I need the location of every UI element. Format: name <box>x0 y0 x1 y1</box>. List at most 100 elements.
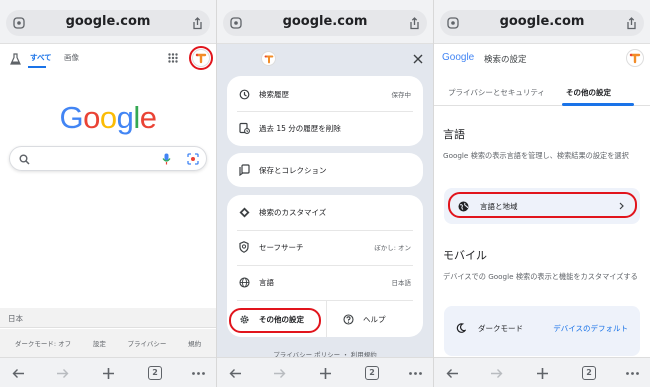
menu-label: 言語 <box>259 277 274 287</box>
google-logo: Google <box>0 100 216 136</box>
settings-tabs: プライバシーとセキュリティ その他の設定 <box>434 80 650 106</box>
share-icon[interactable] <box>190 15 204 31</box>
labs-flask-icon[interactable] <box>8 52 22 66</box>
darkmode-row[interactable]: ダークモード デバイスのデフォルト <box>444 315 640 341</box>
new-tab-icon[interactable] <box>532 363 552 383</box>
safesearch-icon <box>237 241 251 253</box>
more-icon[interactable] <box>622 363 642 383</box>
logo-letter: g <box>116 100 134 135</box>
back-icon[interactable] <box>225 363 245 383</box>
settings-title: 検索の設定 <box>484 55 527 65</box>
footer-link-settings[interactable]: 設定 <box>93 338 106 348</box>
footer-link-darkmode[interactable]: ダークモード: オフ <box>15 338 71 348</box>
url-text: google.com <box>499 14 585 29</box>
more-settings-highlight <box>229 308 321 333</box>
menu-label: 検索履歴 <box>259 89 289 99</box>
mobile-heading: モバイル <box>443 249 487 262</box>
logo-letter: o <box>99 100 117 135</box>
new-tab-icon[interactable] <box>98 363 118 383</box>
search-box[interactable] <box>9 146 207 171</box>
avatar-icon[interactable] <box>626 49 644 67</box>
search-icon <box>17 152 31 166</box>
menu-label: 過去 15 分の履歴を削除 <box>259 123 341 133</box>
mic-icon[interactable] <box>160 152 172 166</box>
menu-label: セーフサーチ <box>259 242 304 252</box>
darkmode-card: ダークモード デバイスのデフォルト <box>444 306 640 356</box>
panel-account-menu: google.com 検索履歴 保存中 過去 15 分の履歴を削除 保存とコレク… <box>217 0 433 387</box>
darkmode-label: ダークモード <box>478 323 523 333</box>
divider <box>326 300 327 337</box>
share-icon[interactable] <box>407 15 421 31</box>
tabs-icon[interactable]: 2 <box>362 363 382 383</box>
active-tab-indicator <box>28 66 46 68</box>
more-icon[interactable] <box>405 363 425 383</box>
history-status: 保存中 <box>391 91 412 99</box>
menu-item-safesearch[interactable]: セーフサーチ ぼかし: オン <box>227 232 423 262</box>
darkmode-value[interactable]: デバイスのデフォルト <box>553 323 628 334</box>
address-field[interactable]: google.com <box>223 10 427 36</box>
saves-card: 保存とコレクション <box>227 153 423 187</box>
globe-icon <box>237 276 251 288</box>
active-tab-indicator <box>562 103 634 106</box>
history-icon <box>237 89 251 100</box>
panel-search-settings: google.com Google 検索の設定 プライバシーとセキュリティ その… <box>434 0 650 387</box>
logo-letter: G <box>59 100 84 135</box>
tab-count: 2 <box>148 366 162 380</box>
footer-links: ダークモード: オフ 設定 プライバシー 規約 <box>0 329 216 357</box>
language-heading: 言語 <box>443 128 465 141</box>
browser-url-bar: google.com <box>217 0 433 44</box>
customize-icon <box>237 207 251 218</box>
address-field[interactable]: google.com <box>6 10 210 36</box>
tabs-icon[interactable]: 2 <box>145 363 165 383</box>
back-icon[interactable] <box>442 363 462 383</box>
share-icon[interactable] <box>624 15 638 31</box>
apps-grid-icon[interactable] <box>166 51 180 65</box>
tabs-icon[interactable]: 2 <box>579 363 599 383</box>
footer-link-terms[interactable]: 規約 <box>188 338 201 348</box>
delete-history-icon <box>237 122 251 134</box>
panel-google-home: google.com すべて 画像 Google 日本 ダークモード: オフ 設… <box>0 0 216 387</box>
saves-icon <box>237 164 251 176</box>
avatar-icon[interactable] <box>192 49 210 67</box>
language-value: 日本語 <box>391 279 412 287</box>
forward-icon[interactable] <box>486 363 506 383</box>
close-icon[interactable] <box>411 52 425 66</box>
more-icon[interactable] <box>188 363 208 383</box>
avatar-icon <box>261 51 276 66</box>
tab-privacy[interactable]: プライバシーとセキュリティ <box>448 87 545 98</box>
forward-icon[interactable] <box>269 363 289 383</box>
logo-letter: o <box>83 100 100 135</box>
menu-item-customize[interactable]: 検索のカスタマイズ <box>227 197 423 227</box>
new-tab-icon[interactable] <box>315 363 335 383</box>
forward-icon[interactable] <box>52 363 72 383</box>
tab-other-settings[interactable]: その他の設定 <box>566 87 611 98</box>
footer-region: 日本 <box>8 314 23 323</box>
browser-toolbar: 2 <box>217 357 433 387</box>
address-field[interactable]: google.com <box>440 10 644 36</box>
language-description: Google 検索の表示言語を管理し、検索結果の設定を選択 <box>443 151 629 160</box>
menu-label: ヘルプ <box>363 314 386 324</box>
divider <box>237 300 413 301</box>
tab-count: 2 <box>365 366 379 380</box>
browser-toolbar: 2 <box>0 357 216 387</box>
footer-link-privacy[interactable]: プライバシー <box>128 338 167 348</box>
menu-item-history[interactable]: 検索履歴 保存中 <box>227 79 423 109</box>
menu-item-saves[interactable]: 保存とコレクション <box>227 155 423 185</box>
help-icon <box>341 313 355 325</box>
url-text: google.com <box>65 14 151 29</box>
moon-icon <box>456 323 466 333</box>
lens-icon[interactable] <box>186 152 200 166</box>
back-icon[interactable] <box>8 363 28 383</box>
mobile-description: デバイスでの Google 検索の表示と機能をカスタマイズする <box>443 272 638 281</box>
divider <box>237 111 413 112</box>
menu-item-language[interactable]: 言語 日本語 <box>227 267 423 297</box>
browser-toolbar: 2 <box>434 357 650 387</box>
nav-all-tab[interactable]: すべて <box>30 52 52 63</box>
nav-images-tab[interactable]: 画像 <box>64 52 79 63</box>
divider <box>237 265 413 266</box>
browser-url-bar: google.com <box>0 0 216 44</box>
safesearch-status: ぼかし: オン <box>374 244 411 252</box>
menu-item-delete-15[interactable]: 過去 15 分の履歴を削除 <box>227 113 423 143</box>
divider <box>237 230 413 231</box>
menu-item-help[interactable]: ヘルプ <box>331 304 411 334</box>
